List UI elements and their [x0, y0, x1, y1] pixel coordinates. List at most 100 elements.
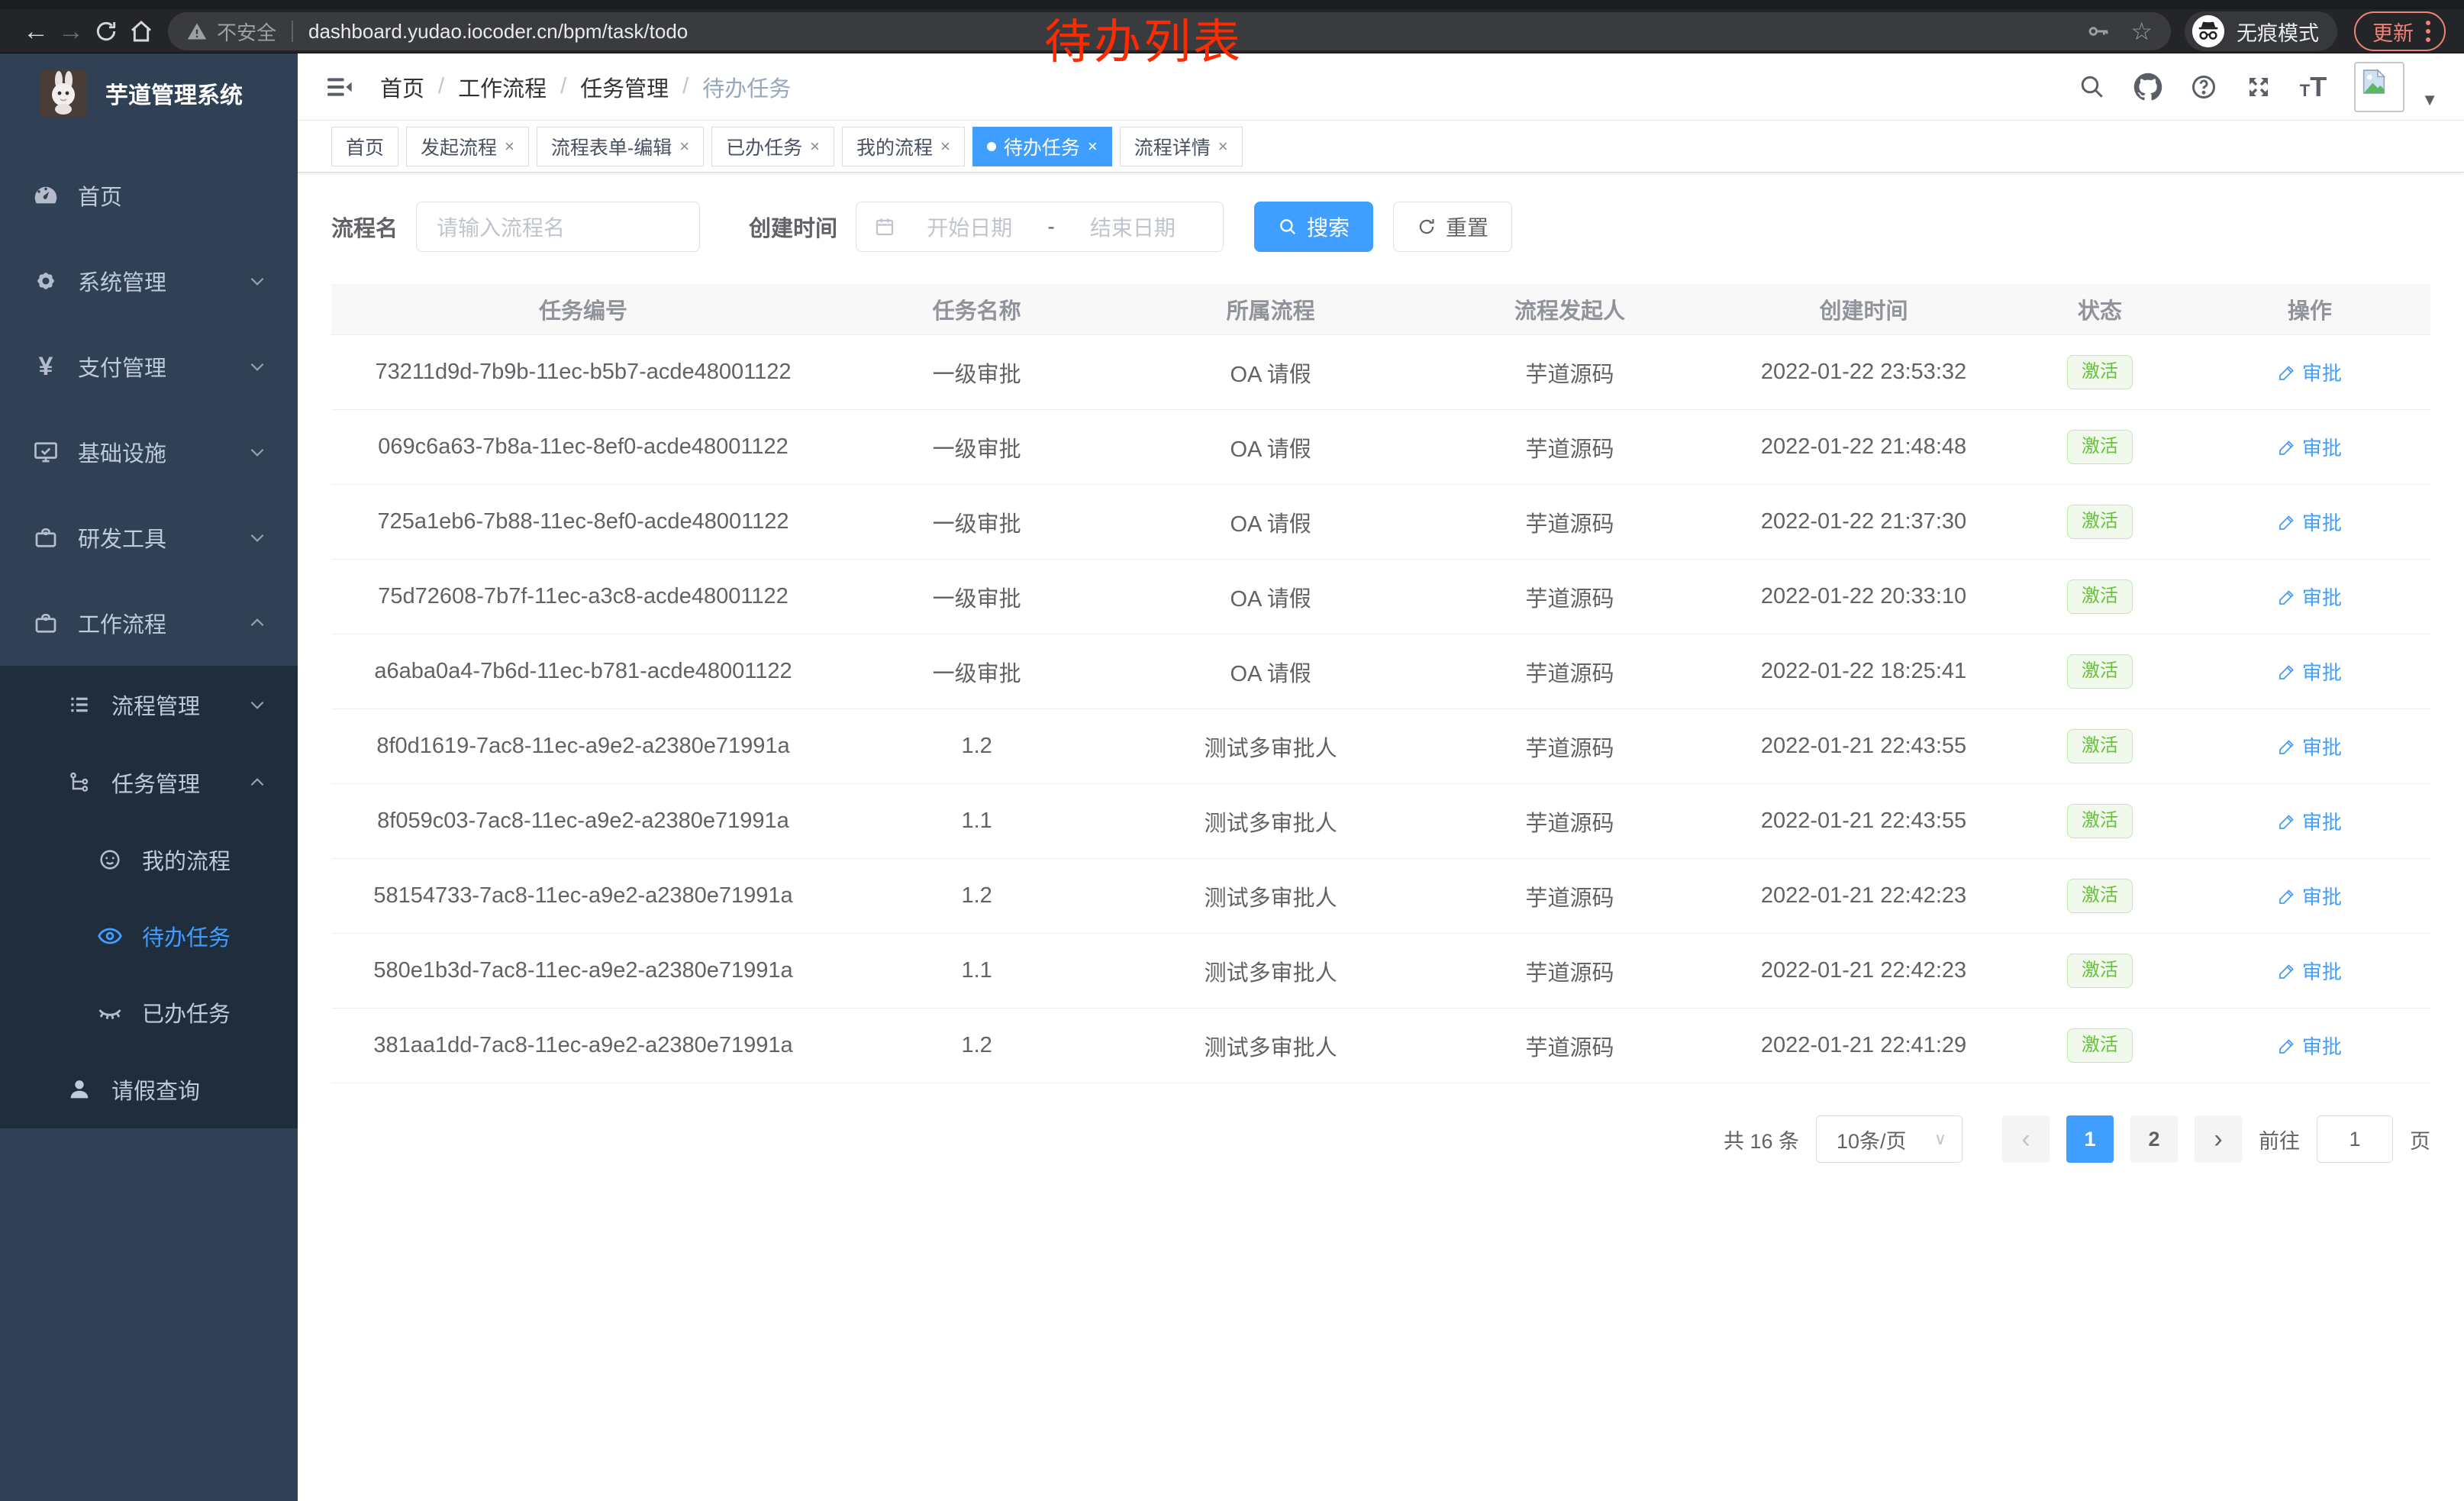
sidebar-toggle-button[interactable]	[324, 72, 354, 102]
sidebar-item-payment[interactable]: ¥ 支付管理	[0, 324, 298, 409]
tag-my-process[interactable]: 我的流程×	[842, 127, 965, 166]
breadcrumb-home[interactable]: 首页	[380, 71, 424, 103]
tag-start-process[interactable]: 发起流程×	[406, 127, 529, 166]
sidebar-item-system[interactable]: 系统管理	[0, 238, 298, 324]
page-button-2[interactable]: 2	[2130, 1115, 2178, 1163]
browser-menu-icon[interactable]	[2426, 21, 2430, 42]
close-icon[interactable]: ×	[505, 137, 514, 157]
password-key-icon[interactable]	[2086, 19, 2111, 44]
header-search-icon[interactable]	[2079, 73, 2106, 101]
page-button-1[interactable]: 1	[2066, 1115, 2114, 1163]
date-range-input[interactable]: 开始日期 - 结束日期	[856, 202, 1224, 252]
approve-link[interactable]: 审批	[2278, 358, 2342, 386]
start-date-placeholder: 开始日期	[896, 211, 1043, 242]
next-page-button[interactable]: ›	[2195, 1115, 2242, 1163]
sidebar-menu: 首页 系统管理 ¥ 支付管理 基础设施 研发工具	[0, 153, 298, 1128]
cell-task-name: 一级审批	[835, 485, 1118, 559]
browser-forward-button[interactable]: →	[53, 14, 89, 49]
approve-link[interactable]: 审批	[2278, 807, 2342, 835]
help-icon[interactable]	[2190, 73, 2217, 101]
yen-icon: ¥	[31, 352, 61, 382]
browser-reload-button[interactable]	[89, 14, 124, 49]
sidebar-item-label: 待办任务	[142, 920, 231, 952]
cell-process: 测试多审批人	[1118, 934, 1423, 1008]
col-task-name: 任务名称	[835, 284, 1118, 334]
cell-task-name: 1.1	[835, 934, 1118, 1008]
logo-row[interactable]: 芋道管理系统	[0, 53, 298, 133]
app-logo	[40, 69, 87, 117]
range-separator: -	[1043, 215, 1059, 239]
briefcase-icon	[31, 609, 61, 637]
tag-todo-tasks[interactable]: 待办任务×	[972, 127, 1112, 166]
page-size-select[interactable]: 10条/页 ∨	[1816, 1115, 1962, 1163]
breadcrumb-workflow[interactable]: 工作流程	[458, 71, 547, 103]
cell-process: OA 请假	[1118, 634, 1423, 709]
sidebar-item-process-mgmt[interactable]: 流程管理	[0, 666, 298, 744]
cell-process: 测试多审批人	[1118, 859, 1423, 933]
close-icon[interactable]: ×	[1088, 137, 1098, 157]
eye-closed-icon	[95, 999, 125, 1026]
font-size-icon[interactable]: TT	[2300, 71, 2327, 103]
approve-link[interactable]: 审批	[2278, 957, 2342, 985]
cell-created: 2022-01-22 21:48:48	[1717, 410, 2011, 484]
col-process: 所属流程	[1118, 284, 1423, 334]
sidebar-item-label: 工作流程	[78, 607, 166, 639]
sidebar-item-task-mgmt[interactable]: 任务管理	[0, 744, 298, 822]
approve-link[interactable]: 审批	[2278, 433, 2342, 461]
approve-link[interactable]: 审批	[2278, 732, 2342, 760]
filter-bar: 流程名 请输入流程名 创建时间 开始日期 - 结束日期 搜索 重置	[331, 202, 2430, 252]
not-secure-warning-icon	[186, 21, 208, 42]
breadcrumb-task-mgmt[interactable]: 任务管理	[580, 71, 669, 103]
goto-page-input[interactable]: 1	[2317, 1115, 2393, 1163]
fullscreen-icon[interactable]	[2245, 73, 2272, 101]
tag-done-tasks[interactable]: 已办任务×	[711, 127, 834, 166]
browser-home-button[interactable]	[124, 14, 159, 49]
prev-page-button[interactable]: ‹	[2002, 1115, 2050, 1163]
sidebar-item-todo-tasks[interactable]: 待办任务	[0, 898, 298, 974]
sidebar-item-label: 支付管理	[78, 350, 166, 383]
process-name-label: 流程名	[331, 211, 398, 243]
approve-link[interactable]: 审批	[2278, 657, 2342, 686]
sidebar-item-workflow[interactable]: 工作流程	[0, 580, 298, 666]
github-icon[interactable]	[2133, 73, 2162, 102]
sidebar-item-done-tasks[interactable]: 已办任务	[0, 974, 298, 1051]
table-row: 8f0d1619-7ac8-11ec-a9e2-a2380e71991a 1.2…	[331, 709, 2430, 784]
browser-back-button[interactable]: ←	[18, 14, 53, 49]
edit-pencil-icon	[2278, 438, 2296, 457]
reload-icon	[94, 19, 118, 44]
tag-form-edit[interactable]: 流程表单-编辑×	[537, 127, 704, 166]
security-label: 不安全	[217, 18, 276, 46]
face-icon	[95, 847, 125, 873]
approve-link[interactable]: 审批	[2278, 882, 2342, 910]
search-button[interactable]: 搜索	[1254, 202, 1373, 252]
tag-process-detail[interactable]: 流程详情×	[1120, 127, 1243, 166]
avatar[interactable]	[2354, 62, 2404, 112]
approve-link[interactable]: 审批	[2278, 583, 2342, 611]
sidebar-item-infra[interactable]: 基础设施	[0, 409, 298, 495]
close-icon[interactable]: ×	[679, 137, 689, 157]
sidebar-item-my-process[interactable]: 我的流程	[0, 822, 298, 898]
sidebar-item-devtools[interactable]: 研发工具	[0, 495, 298, 580]
process-name-input[interactable]: 请输入流程名	[416, 202, 700, 252]
cell-task-id: 580e1b3d-7ac8-11ec-a9e2-a2380e71991a	[331, 934, 835, 1008]
chevron-up-icon	[247, 773, 267, 792]
bookmark-star-icon[interactable]: ☆	[2130, 17, 2153, 46]
approve-link[interactable]: 审批	[2278, 508, 2342, 536]
close-icon[interactable]: ×	[1218, 137, 1228, 157]
todo-list-annotation: 待办列表	[1044, 3, 1243, 72]
cell-task-name: 一级审批	[835, 410, 1118, 484]
sidebar: 芋道管理系统 首页 系统管理 ¥ 支付管理 基础设施	[0, 53, 298, 1501]
cell-starter: 芋道源码	[1423, 634, 1717, 709]
close-icon[interactable]: ×	[940, 137, 950, 157]
sidebar-item-leave-query[interactable]: 请假查询	[0, 1051, 298, 1128]
hamburger-fold-icon	[324, 72, 354, 102]
browser-update-button[interactable]: 更新	[2354, 11, 2446, 51]
reset-button[interactable]: 重置	[1393, 202, 1512, 252]
close-icon[interactable]: ×	[810, 137, 820, 157]
tag-home[interactable]: 首页	[331, 127, 398, 166]
home-icon	[129, 19, 153, 44]
sidebar-item-home[interactable]: 首页	[0, 153, 298, 238]
avatar-caret-icon[interactable]: ▼	[2421, 90, 2438, 110]
tags-view: 首页 发起流程× 流程表单-编辑× 已办任务× 我的流程× 待办任务× 流程详情…	[298, 121, 2464, 173]
approve-link[interactable]: 审批	[2278, 1031, 2342, 1060]
